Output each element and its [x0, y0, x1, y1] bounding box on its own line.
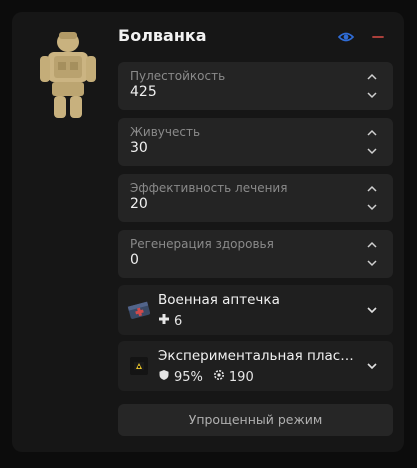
stat-value: 20: [130, 196, 148, 212]
medkit-icon: [127, 301, 151, 319]
stat-card-healing-efficiency: Эффективность лечения 20: [118, 174, 393, 222]
minus-icon: [372, 36, 384, 38]
stat-label: Регенерация здоровья: [130, 237, 274, 251]
decrease-button[interactable]: [365, 90, 379, 100]
item-meta: 6: [158, 313, 182, 329]
decrease-button[interactable]: [365, 146, 379, 156]
visibility-toggle-button[interactable]: [337, 28, 355, 46]
chevron-down-icon[interactable]: [365, 305, 379, 315]
character-avatar: [32, 26, 104, 122]
stat-value: 30: [130, 140, 148, 156]
character-panel: Болванка Пулестойкость 425 Живучесть 30 …: [12, 12, 404, 452]
stat-card-health-regeneration: Регенерация здоровья 0: [118, 230, 393, 278]
stat-card-bullet-resistance: Пулестойкость 425: [118, 62, 393, 110]
increase-button[interactable]: [365, 184, 379, 194]
plus-icon: [158, 313, 170, 329]
increase-button[interactable]: [365, 72, 379, 82]
shield-icon: [158, 369, 170, 385]
armor-plate-icon: [130, 357, 148, 375]
item-meta: 95% 190: [158, 369, 254, 385]
stat-value: 0: [130, 252, 139, 268]
page-title: Болванка: [118, 26, 207, 45]
item-name: Экспериментальная пласт...: [158, 348, 358, 364]
item-slot-armor-plate[interactable]: Экспериментальная пласт... 95% 190: [118, 341, 393, 391]
chevron-down-icon[interactable]: [365, 361, 379, 371]
stat-label: Эффективность лечения: [130, 181, 288, 195]
decrease-button[interactable]: [365, 258, 379, 268]
increase-button[interactable]: [365, 240, 379, 250]
decrease-button[interactable]: [365, 202, 379, 212]
eye-icon: [337, 32, 355, 42]
armor-points: 190: [228, 369, 254, 385]
increase-button[interactable]: [365, 128, 379, 138]
remove-button[interactable]: [369, 28, 387, 46]
gear-icon: [213, 369, 225, 385]
item-name: Военная аптечка: [158, 292, 280, 308]
stat-card-vitality: Живучесть 30: [118, 118, 393, 166]
stat-label: Живучесть: [130, 125, 201, 139]
stat-label: Пулестойкость: [130, 69, 226, 83]
item-slot-medkit[interactable]: Военная аптечка 6: [118, 285, 393, 335]
armor-durability: 95%: [174, 369, 203, 385]
item-count: 6: [174, 313, 183, 329]
stat-value: 425: [130, 84, 157, 100]
simple-mode-button[interactable]: Упрощенный режим: [118, 404, 393, 436]
